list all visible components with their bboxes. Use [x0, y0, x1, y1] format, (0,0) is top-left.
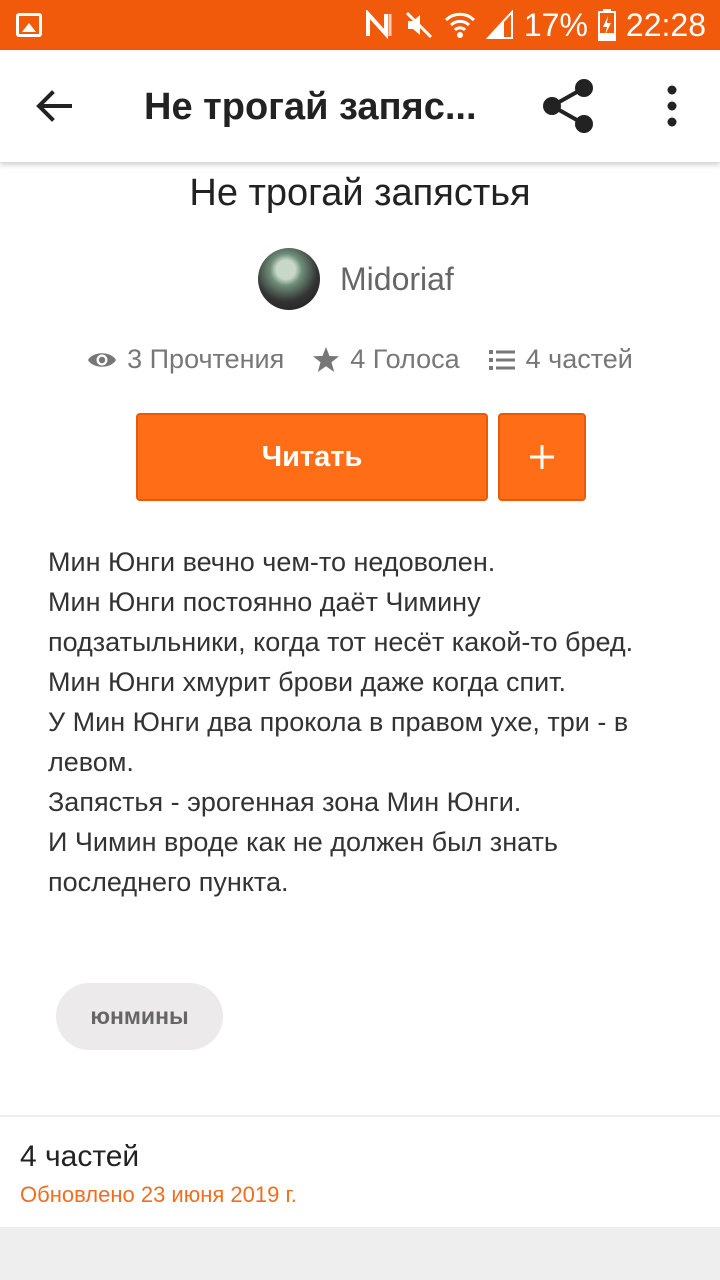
- app-bar-title: Не трогай запяс...: [144, 86, 477, 128]
- eye-icon: [88, 352, 117, 367]
- votes-stat: 4 Голоса: [312, 344, 460, 375]
- battery-percent: 17%: [523, 6, 588, 43]
- description-line: Запястья - эрогенная зона Мин Юнги.: [48, 787, 522, 817]
- signal-icon: [485, 10, 513, 39]
- reads-stat: 3 Прочтения: [87, 344, 284, 375]
- wifi-icon: [444, 12, 475, 38]
- author-name[interactable]: Midoriaf: [340, 261, 454, 298]
- arrow-back-icon[interactable]: [30, 82, 78, 130]
- reads-count: 3 Прочтения: [127, 344, 285, 374]
- read-button[interactable]: Читать: [136, 413, 488, 501]
- more-vert-icon[interactable]: [652, 84, 692, 128]
- nfc-icon: [365, 10, 392, 40]
- description-line: Мин Юнги постоянно даёт Чимину подзатыль…: [48, 587, 634, 657]
- share-icon[interactable]: [538, 76, 598, 136]
- battery-charging-icon: [597, 9, 616, 41]
- clock: 22:28: [625, 6, 706, 43]
- plus-icon: [530, 445, 554, 469]
- parts-section-title[interactable]: 4 частей: [20, 1140, 139, 1174]
- description-line: Мин Юнги вечно чем-то недоволен.: [48, 547, 496, 577]
- divider: [0, 1115, 720, 1117]
- status-icons: 17% 22:28: [364, 0, 706, 50]
- story-title: Не трогай запястья: [189, 172, 531, 214]
- list-icon: [488, 349, 515, 370]
- updated-date: Обновлено 23 июня 2019 г.: [20, 1182, 297, 1207]
- story-stats: 3 Прочтения 4 Голоса 4 частей: [0, 344, 720, 375]
- description-line: Мин Юнги хмурит брови даже когда спит.: [48, 667, 567, 697]
- story-description: Мин Юнги вечно чем-то недоволен. Мин Юнг…: [48, 542, 678, 902]
- description-line: И Чимин вроде как не должен был знать по…: [48, 827, 558, 897]
- avatar[interactable]: [258, 248, 320, 310]
- votes-count: 4 Голоса: [350, 344, 460, 374]
- description-line: У Мин Юнги два прокола в правом ухе, три…: [48, 707, 629, 777]
- footer-area: [0, 1227, 720, 1280]
- add-to-library-button[interactable]: [498, 413, 586, 501]
- parts-stat: 4 частей: [488, 344, 633, 375]
- action-buttons: Читать: [136, 413, 586, 501]
- tag-chip[interactable]: юнмины: [56, 983, 223, 1050]
- status-bar: 17% 22:28: [0, 0, 720, 50]
- parts-count: 4 частей: [525, 344, 633, 374]
- app-bar: Не трогай запяс...: [0, 50, 720, 162]
- star-icon: [313, 347, 340, 372]
- mute-icon: [405, 11, 432, 39]
- author-link[interactable]: Midoriaf: [258, 248, 454, 310]
- gallery-notification-icon: [16, 13, 42, 37]
